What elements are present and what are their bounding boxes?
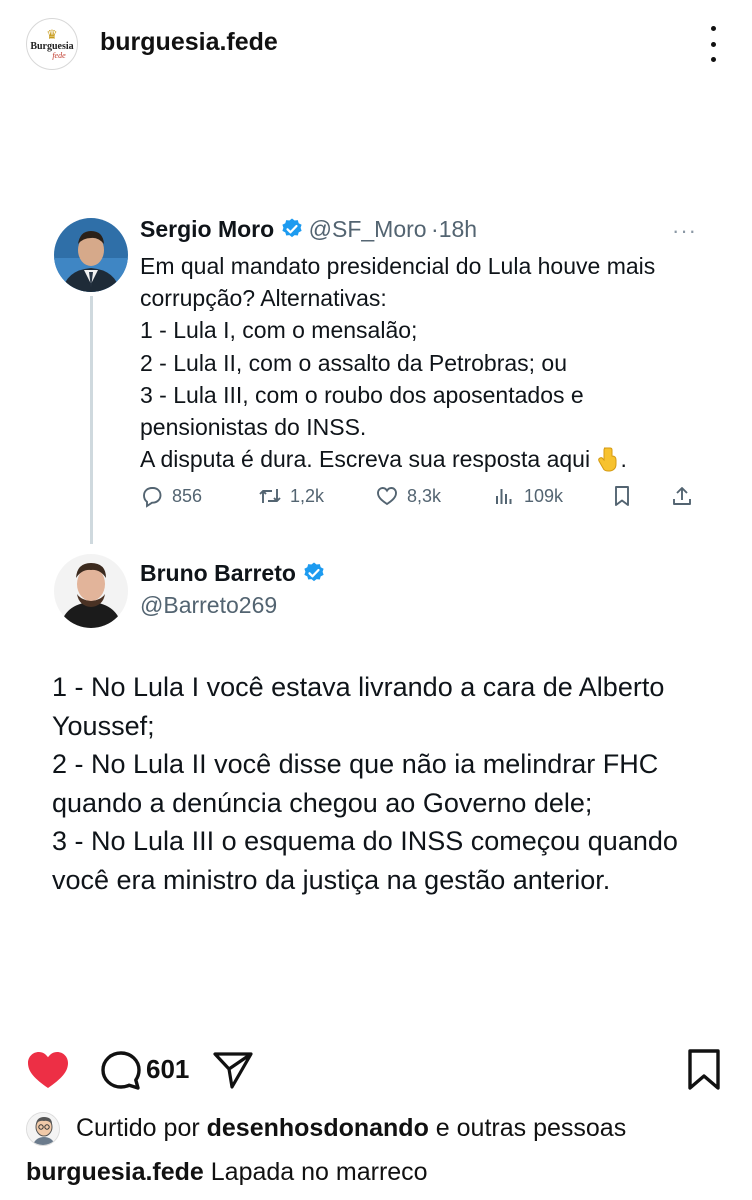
post-header: ♛ Burguesia fede burguesia.fede bbox=[0, 0, 752, 88]
like-count: 8,3k bbox=[407, 485, 442, 506]
liked-username[interactable]: desenhosdonando bbox=[207, 1114, 429, 1142]
tweet2-line: 2 - No Lula II você disse que não ia mel… bbox=[52, 749, 659, 780]
tweet1-line: Em qual mandato presidencial do Lula hou… bbox=[140, 253, 656, 279]
liked-suffix[interactable]: e outras pessoas bbox=[429, 1114, 626, 1142]
tweet2-line: 1 - No Lula I você estava livrando a car… bbox=[52, 672, 665, 702]
views-icon bbox=[496, 489, 512, 504]
verified-badge-icon bbox=[304, 562, 324, 582]
tweet1-line: 1 - Lula I, com o mensalão; bbox=[140, 317, 418, 344]
retweet-count: 1,2k bbox=[290, 485, 325, 506]
tweet2-handle[interactable]: @Barreto269 bbox=[140, 592, 277, 619]
sergio-moro-avatar[interactable] bbox=[54, 218, 128, 292]
avatar-logo-text: Burguesia bbox=[30, 40, 74, 52]
share-upload-icon bbox=[673, 487, 691, 505]
avatar-logo-subtext: fede bbox=[52, 50, 66, 60]
bookmark-button[interactable] bbox=[610, 484, 642, 508]
tweet2-line: quando a denúncia chegou ao Governo dele… bbox=[52, 787, 593, 818]
caption: burguesia.fede Lapada no marreco bbox=[26, 1158, 428, 1187]
thread-line bbox=[90, 296, 93, 544]
tweet1-header: Sergio Moro @SF_Moro ·18h bbox=[140, 216, 477, 243]
heart-icon[interactable] bbox=[26, 1050, 70, 1090]
caption-username[interactable]: burguesia.fede bbox=[26, 1158, 204, 1186]
tweet2-line: você era ministro da justiça na gestão a… bbox=[52, 864, 611, 895]
reply-button[interactable]: 856 bbox=[140, 484, 202, 508]
tweet1-actions: 856 1,2k 8,3k 109k bbox=[140, 484, 705, 514]
liked-by-text: Curtido por desenhosdonando e outras pes… bbox=[76, 1114, 626, 1143]
post-username[interactable]: burguesia.fede bbox=[100, 28, 278, 57]
reply-count: 856 bbox=[172, 485, 203, 506]
post-actions: 601 bbox=[0, 1040, 752, 1100]
profile-avatar[interactable]: ♛ Burguesia fede bbox=[26, 18, 78, 70]
comment-count: 601 bbox=[146, 1054, 190, 1084]
tweet1-line: 2 - Lula II, com o assalto da Petrobras;… bbox=[140, 349, 568, 376]
tweet2-author-name[interactable]: Bruno Barreto bbox=[140, 560, 296, 586]
tweet1-line: pensionistas do INSS. bbox=[140, 414, 367, 441]
retweet-button[interactable]: 1,2k bbox=[258, 484, 324, 508]
send-icon[interactable] bbox=[212, 1050, 254, 1090]
crown-icon: ♛ bbox=[46, 26, 58, 42]
comment-icon[interactable] bbox=[100, 1050, 142, 1092]
pointing-down-emoji-icon bbox=[598, 447, 617, 472]
instagram-post: ♛ Burguesia fede burguesia.fede Sergio M… bbox=[0, 0, 752, 1200]
tweet2-line: 3 - No Lula III o esquema do INSS começo… bbox=[52, 826, 678, 857]
bruno-barreto-avatar[interactable] bbox=[54, 554, 128, 628]
tweet1-time[interactable]: 18h bbox=[439, 216, 477, 242]
retweet-icon bbox=[259, 489, 281, 503]
tweet1-line-end: . bbox=[620, 446, 627, 473]
caption-text: Lapada no marreco bbox=[203, 1158, 428, 1186]
tweet2-header: Bruno Barreto bbox=[140, 560, 326, 587]
tweet1-author-name[interactable]: Sergio Moro bbox=[140, 216, 274, 242]
tweet1-handle[interactable]: @SF_Moro bbox=[309, 216, 427, 242]
verified-badge-icon bbox=[282, 218, 302, 238]
tweet1-last-line: A disputa é dura. Escreva sua resposta a… bbox=[140, 443, 730, 475]
like-icon bbox=[377, 487, 397, 506]
views-count: 109k bbox=[524, 485, 564, 506]
reply-icon bbox=[143, 487, 162, 508]
tweet2-line: Youssef; bbox=[52, 710, 155, 741]
tweet2-text: 1 - No Lula I você estava livrando a car… bbox=[52, 668, 732, 900]
tweet1-line: A disputa é dura. Escreva sua resposta a… bbox=[140, 446, 591, 473]
tweet1-separator: · bbox=[431, 216, 439, 242]
bookmark-icon bbox=[615, 486, 629, 506]
tweet1-line: corrupção? Alternativas: bbox=[140, 285, 387, 312]
more-options-icon[interactable] bbox=[700, 26, 726, 62]
liked-prefix: Curtido por bbox=[76, 1114, 207, 1142]
share-button[interactable] bbox=[670, 484, 702, 508]
tweet1-line: 3 - Lula III, com o roubo dos aposentado… bbox=[140, 381, 584, 408]
liker-avatar[interactable] bbox=[26, 1112, 60, 1146]
save-bookmark-icon[interactable] bbox=[686, 1048, 722, 1092]
tweet1-text: Em qual mandato presidencial do Lula hou… bbox=[140, 250, 730, 475]
views-button[interactable]: 109k bbox=[492, 484, 563, 508]
tweet1-more-icon[interactable]: ··· bbox=[672, 218, 697, 244]
like-button[interactable]: 8,3k bbox=[375, 484, 441, 508]
